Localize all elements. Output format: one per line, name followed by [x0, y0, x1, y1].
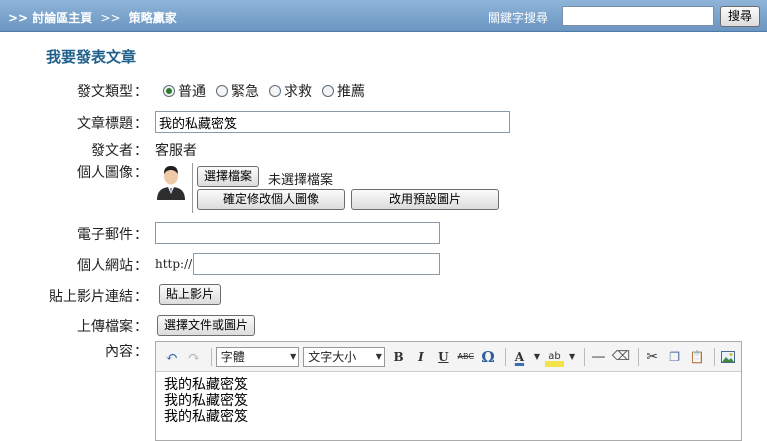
- eraser-icon[interactable]: ⌫: [611, 347, 630, 367]
- insert-image-graphic: [721, 350, 736, 363]
- video-link-label: 貼上影片連結：: [49, 289, 148, 305]
- choose-avatar-file-button[interactable]: 選擇檔案: [197, 166, 260, 187]
- user-avatar-icon: [155, 162, 187, 200]
- website-input[interactable]: [193, 253, 440, 275]
- copy-icon[interactable]: ❐: [665, 347, 684, 367]
- font-size-select[interactable]: 文字大小 ▼: [303, 346, 385, 367]
- cut-icon[interactable]: ✂: [643, 347, 662, 367]
- editor-toolbar: ↶ ↷ 字體 ▼ 文字大小 ▼ B I U ABC Ω A ▼ ab ▼ — ⌫ ✂…: [156, 342, 741, 372]
- content-label: 內容：: [105, 344, 148, 360]
- dropdown-arrow-icon: ▼: [290, 352, 297, 361]
- breadcrumb: >> 討論區主頁 >> 策略贏家: [8, 9, 177, 26]
- italic-icon[interactable]: I: [411, 347, 430, 367]
- breadcrumb-home-link[interactable]: 討論區主頁: [32, 11, 92, 25]
- website-prefix: http://: [155, 257, 193, 271]
- horizontal-rule-icon[interactable]: —: [589, 347, 608, 367]
- dropdown-arrow-icon[interactable]: ▼: [567, 347, 577, 367]
- toolbar-separator: [713, 347, 715, 366]
- email-label: 電子郵件：: [77, 227, 148, 243]
- upload-label: 上傳檔案：: [77, 319, 148, 335]
- redo-icon[interactable]: ↷: [184, 347, 203, 367]
- radio-checked-icon[interactable]: [163, 85, 175, 97]
- toolbar-separator: [504, 347, 506, 366]
- editor-line: 我的私藏密笈: [164, 409, 248, 425]
- website-label: 個人網站：: [77, 258, 148, 274]
- paste-video-button[interactable]: 貼上影片: [159, 284, 222, 305]
- breadcrumb-current[interactable]: 策略贏家: [129, 11, 177, 25]
- font-family-select[interactable]: 字體 ▼: [215, 346, 300, 367]
- paste-icon[interactable]: 📋: [687, 347, 706, 367]
- confirm-avatar-button[interactable]: 確定修改個人圖像: [197, 189, 345, 210]
- post-type-label: 發文類型：: [77, 84, 148, 100]
- insert-image-icon[interactable]: [719, 347, 738, 367]
- bold-icon[interactable]: B: [389, 347, 408, 367]
- underline-icon[interactable]: U: [434, 347, 453, 367]
- strikethrough-icon[interactable]: ABC: [456, 347, 475, 367]
- radio-option-help[interactable]: 求救: [269, 81, 312, 101]
- toolbar-separator: [583, 347, 585, 366]
- highlight-color-icon[interactable]: ab: [544, 346, 565, 367]
- special-character-icon[interactable]: Ω: [478, 347, 497, 367]
- undo-icon[interactable]: ↶: [162, 347, 181, 367]
- author-label: 發文者：: [91, 143, 148, 159]
- post-type-radio-group: 普通 緊急 求救 推薦: [163, 81, 375, 101]
- use-default-avatar-button[interactable]: 改用預設圖片: [351, 189, 499, 210]
- keyword-search-input[interactable]: [562, 6, 714, 26]
- subject-input[interactable]: [155, 111, 510, 133]
- search-button[interactable]: 搜尋: [720, 6, 760, 27]
- no-file-text: 未選擇檔案: [268, 173, 334, 188]
- text-color-icon[interactable]: A: [510, 347, 529, 367]
- keyword-search-label: 關鍵字搜尋: [488, 11, 549, 25]
- avatar-label: 個人圖像：: [77, 165, 148, 181]
- toolbar-separator: [210, 347, 212, 366]
- subject-label: 文章標題：: [77, 116, 148, 132]
- avatar-divider: [192, 163, 193, 213]
- radio-unchecked-icon[interactable]: [269, 85, 281, 97]
- top-bar: >> 討論區主頁 >> 策略贏家 關鍵字搜尋 搜尋: [0, 0, 767, 32]
- dropdown-arrow-icon: ▼: [375, 352, 382, 361]
- email-input[interactable]: [155, 222, 440, 244]
- breadcrumb-prefix: >>: [8, 11, 29, 25]
- rich-text-editor: ↶ ↷ 字體 ▼ 文字大小 ▼ B I U ABC Ω A ▼ ab ▼ — ⌫ ✂…: [155, 341, 742, 441]
- editor-content[interactable]: 我的私藏密笈 我的私藏密笈 我的私藏密笈: [156, 372, 741, 430]
- breadcrumb-separator: >>: [100, 11, 121, 25]
- author-name: 客服者: [155, 143, 197, 159]
- toolbar-separator: [637, 347, 639, 366]
- editor-line: 我的私藏密笈: [164, 377, 248, 393]
- radio-option-recommend[interactable]: 推薦: [322, 81, 365, 101]
- radio-unchecked-icon[interactable]: [322, 85, 334, 97]
- radio-option-urgent[interactable]: 緊急: [216, 81, 259, 101]
- dropdown-arrow-icon[interactable]: ▼: [532, 347, 542, 367]
- choose-upload-file-button[interactable]: 選擇文件或圖片: [157, 315, 256, 336]
- editor-line: 我的私藏密笈: [164, 393, 248, 409]
- page-title: 我要發表文章: [46, 48, 137, 66]
- radio-option-normal[interactable]: 普通: [163, 81, 206, 101]
- radio-unchecked-icon[interactable]: [216, 85, 228, 97]
